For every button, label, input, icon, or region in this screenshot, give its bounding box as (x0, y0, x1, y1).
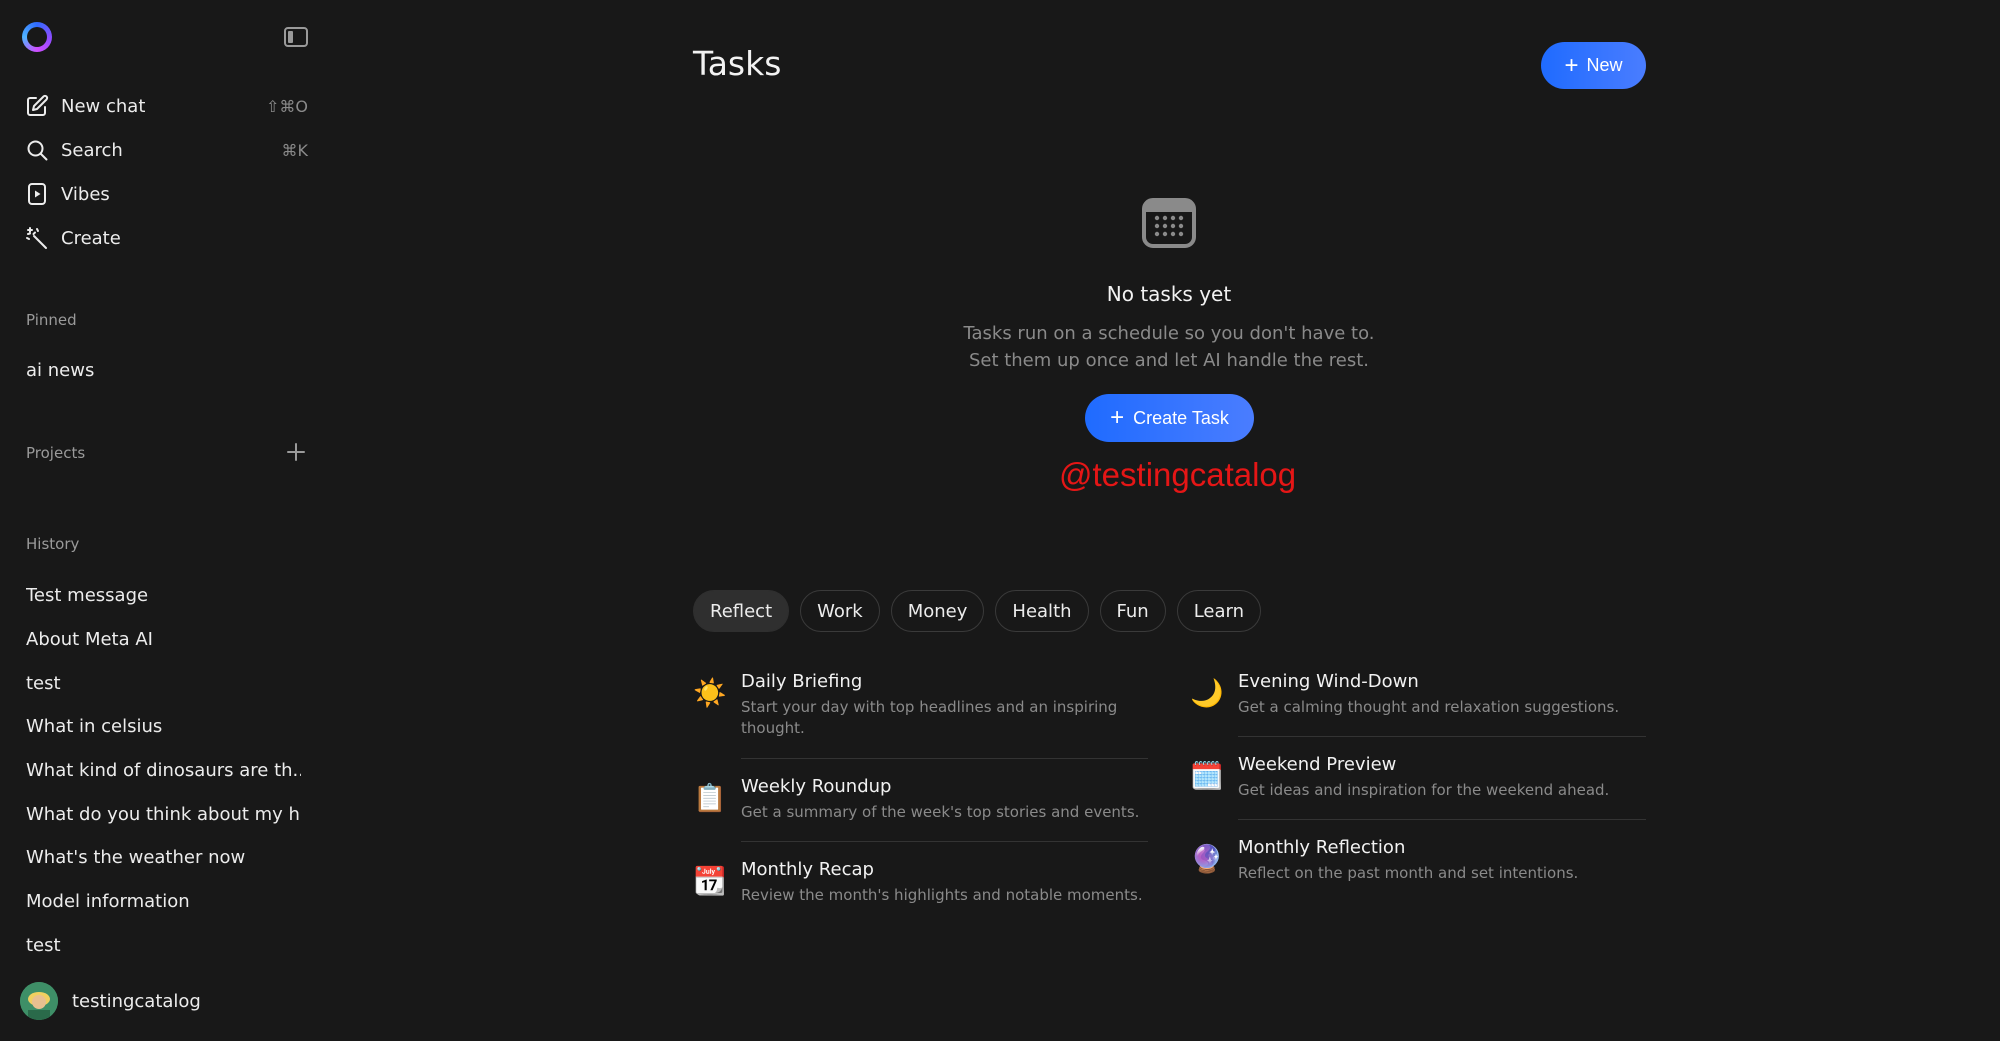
nav-new-chat[interactable]: New chat ⇧⌘O (24, 88, 308, 124)
clipboard-icon: 📋 (693, 783, 727, 814)
magic-wand-icon (24, 225, 50, 251)
meta-ai-logo[interactable] (22, 22, 52, 52)
filter-health[interactable]: Health (995, 590, 1089, 632)
divider (1238, 736, 1646, 737)
task-template-monthly-recap[interactable]: 📆 Monthly Recap Review the month's highl… (693, 859, 1148, 906)
filter-reflect[interactable]: Reflect (693, 590, 790, 632)
filter-work[interactable]: Work (800, 590, 880, 632)
template-title: Monthly Reflection (1238, 837, 1406, 858)
template-description: Get a calming thought and relaxation sug… (1238, 698, 1620, 716)
template-title: Daily Briefing (741, 671, 863, 692)
calendar-icon (1141, 197, 1197, 249)
calendar-icon: 📆 (693, 866, 727, 897)
user-name: testingcatalog (72, 990, 201, 1012)
history-item[interactable]: About Meta AI (26, 629, 301, 650)
task-template-monthly-reflection[interactable]: 🔮 Monthly Reflection Reflect on the past… (1190, 837, 1645, 884)
projects-heading: Projects (26, 444, 86, 462)
task-template-daily-briefing[interactable]: ☀️ Daily Briefing Start your day with to… (693, 671, 1148, 739)
filter-fun[interactable]: Fun (1099, 590, 1166, 632)
create-task-label: Create Task (1133, 407, 1229, 428)
plus-icon: + (1564, 51, 1579, 79)
history-item[interactable]: What's the weather now (26, 847, 301, 868)
history-item[interactable]: test (26, 673, 301, 694)
template-description: Review the month's highlights and notabl… (741, 886, 1143, 904)
history-item[interactable]: test (26, 935, 301, 956)
page-title: Tasks (693, 44, 782, 83)
moon-icon: 🌙 (1190, 678, 1224, 709)
category-filters: Reflect Work Money Health Fun Learn (693, 590, 1262, 632)
filter-learn[interactable]: Learn (1176, 590, 1262, 632)
user-profile[interactable]: testingcatalog (20, 981, 201, 1021)
history-heading: History (26, 535, 80, 553)
pinned-heading: Pinned (26, 311, 77, 329)
nav-vibes[interactable]: Vibes (24, 176, 308, 212)
template-description: Reflect on the past month and set intent… (1238, 864, 1579, 882)
history-item[interactable]: What in celsius (26, 716, 301, 737)
filter-money[interactable]: Money (890, 590, 985, 632)
nav-label: New chat (61, 95, 146, 117)
template-title: Monthly Recap (741, 859, 874, 880)
search-icon (24, 137, 50, 163)
template-title: Weekend Preview (1238, 754, 1397, 775)
history-item[interactable]: What do you think about my h... (26, 804, 301, 825)
new-task-button[interactable]: + New (1541, 42, 1646, 89)
nav-label: Search (61, 139, 123, 161)
empty-state-description: Tasks run on a schedule so you don't hav… (963, 323, 1375, 371)
compose-icon (24, 93, 50, 119)
history-item[interactable]: Model information (26, 891, 301, 912)
empty-state-title: No tasks yet (1106, 282, 1232, 306)
crystal-ball-icon: 🔮 (1190, 844, 1224, 875)
sun-icon: ☀️ (693, 678, 727, 709)
play-icon (24, 181, 50, 207)
task-template-weekend-preview[interactable]: 🗓️ Weekend Preview Get ideas and inspira… (1190, 754, 1645, 801)
template-description: Start your day with top headlines and an… (741, 698, 1118, 737)
template-title: Evening Wind-Down (1238, 671, 1419, 692)
divider (741, 758, 1148, 759)
template-description: Get a summary of the week's top stories … (741, 803, 1140, 821)
add-project-icon[interactable] (285, 441, 307, 463)
template-description: Get ideas and inspiration for the weeken… (1238, 781, 1610, 799)
nav-search[interactable]: Search ⌘K (24, 132, 308, 168)
shortcut-hint: ⇧⌘O (266, 96, 308, 116)
history-item[interactable]: Test message (26, 585, 301, 606)
new-button-label: New (1586, 55, 1623, 75)
nav-create[interactable]: Create (24, 220, 308, 256)
plus-icon: + (1110, 404, 1125, 431)
task-template-weekly-roundup[interactable]: 📋 Weekly Roundup Get a summary of the we… (693, 776, 1148, 823)
watermark: @testingcatalog (1059, 456, 1297, 493)
divider (1238, 819, 1646, 820)
avatar (20, 982, 58, 1020)
sidebar: New chat ⇧⌘O Search ⌘K Vibes Create Pinn… (0, 0, 330, 1041)
shortcut-hint: ⌘K (281, 140, 309, 160)
template-title: Weekly Roundup (741, 776, 892, 797)
divider (741, 841, 1148, 842)
nav-label: Vibes (61, 183, 110, 205)
history-item[interactable]: What kind of dinosaurs are th... (26, 760, 301, 781)
sidebar-toggle-icon[interactable] (284, 27, 308, 47)
nav-label: Create (61, 227, 121, 249)
calendar-icon: 🗓️ (1190, 761, 1224, 792)
create-task-button[interactable]: + Create Task (1085, 394, 1254, 442)
pinned-item[interactable]: ai news (26, 360, 301, 381)
task-template-evening-wind-down[interactable]: 🌙 Evening Wind-Down Get a calming though… (1190, 671, 1645, 718)
